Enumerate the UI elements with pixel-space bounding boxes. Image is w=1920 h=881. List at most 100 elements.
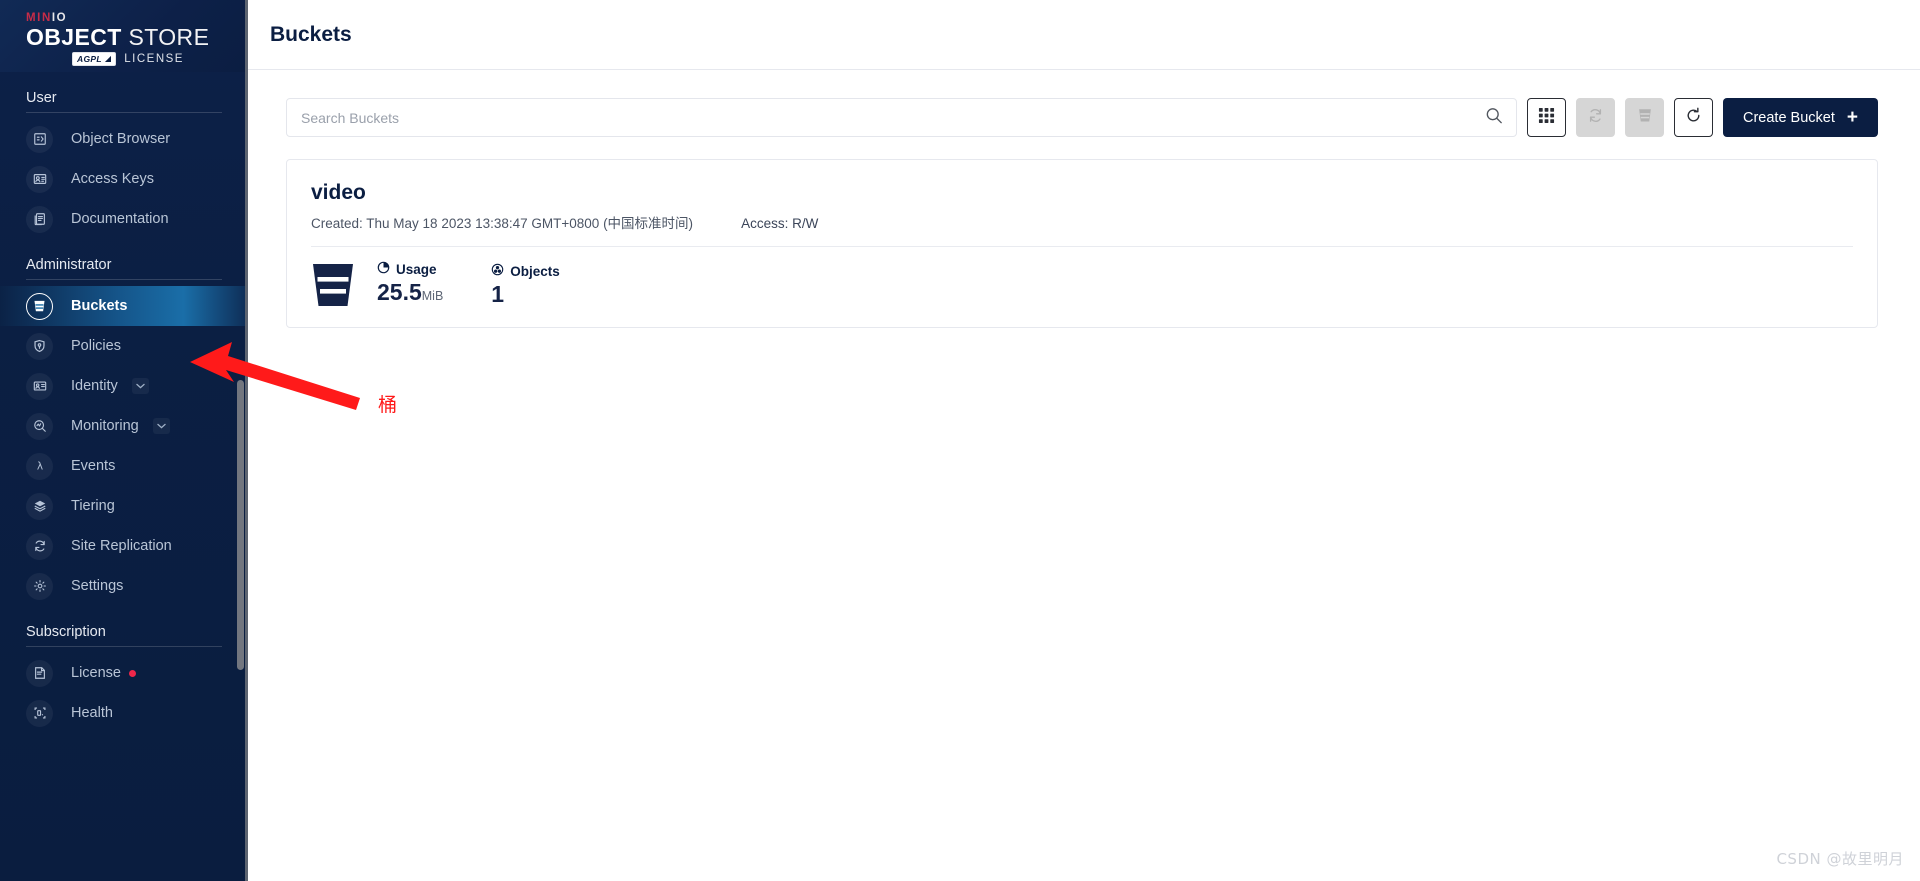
bucket-icon [26,292,53,320]
sidebar-item-label: Object Browser [71,131,171,147]
sidebar-item-label: Site Replication [71,538,172,554]
site-replication-icon [26,532,53,560]
objects-value: 1 [491,281,505,307]
watermark: CSDN @故里明月 [1776,850,1904,868]
agpl-badge: AGPL ◢ [72,52,117,66]
plus-icon: + [1846,107,1858,128]
sidebar-item-documentation[interactable]: Documentation [0,199,248,239]
sidebar-item-events[interactable]: λ Events [0,446,248,486]
sidebar-scrollbar[interactable] [237,380,244,670]
minio-io-text: IO [51,12,68,24]
trash-bucket-icon [1637,107,1653,129]
policies-icon [26,332,53,360]
object-browser-icon [26,125,53,153]
bucket-access: Access: R/W [741,216,819,231]
usage-value: 25.5 [377,279,422,305]
license-text: LICENSE [124,53,184,65]
sidebar-item-label: Buckets [71,298,128,314]
delete-buckets-button[interactable] [1625,98,1664,137]
sidebar-item-object-browser[interactable]: Object Browser [0,119,248,159]
license-alert-dot [128,669,136,677]
settings-gear-icon [26,572,53,600]
bucket-card[interactable]: video Created: Thu May 18 2023 13:38:47 … [286,159,1878,328]
bucket-name: video [311,181,366,204]
sidebar-item-label: Settings [71,578,124,594]
events-lambda-icon: λ [26,452,53,480]
grid-icon [1538,107,1555,129]
brand-logo[interactable]: MINIO OBJECT STORE AGPL ◢ LICENSE [0,0,248,72]
sidebar-item-monitoring[interactable]: Monitoring [0,406,248,446]
minio-wordmark: MINIO [26,12,248,24]
refresh-button[interactable] [1674,98,1713,137]
sidebar-item-access-keys[interactable]: Access Keys [0,159,248,199]
license-badge-row: AGPL ◢ LICENSE [26,52,248,66]
chevron-down-icon[interactable] [131,378,149,394]
sidebar-item-label: Tiering [71,498,115,514]
sidebar-item-label: Events [71,458,116,474]
bucket-created-date: Created: Thu May 18 2023 13:38:47 GMT+08… [311,216,694,231]
sidebar-item-policies[interactable]: Policies [0,326,248,366]
bucket-card-header: video Created: Thu May 18 2023 13:38:47 … [311,180,1853,232]
sidebar-item-label: License [71,665,121,681]
health-icon [26,699,53,727]
svg-text:λ: λ [36,461,42,473]
sidebar-item-tiering[interactable]: Tiering [0,486,248,526]
bucket-stats: Usage 25.5MiB Objects 1 [311,247,1853,309]
minio-console-app: MINIO OBJECT STORE AGPL ◢ LICENSE User Ob… [0,0,1920,881]
replication-button[interactable] [1576,98,1615,137]
sidebar-item-site-replication[interactable]: Site Replication [0,526,248,566]
sidebar-item-health[interactable]: Health [0,693,248,733]
main-body: Create Bucket + video Created: Thu May 1… [248,70,1920,881]
sidebar-item-label: Identity [71,378,118,394]
sidebar-item-identity[interactable]: Identity [0,366,248,406]
create-bucket-label: Create Bucket [1743,109,1835,126]
create-bucket-button[interactable]: Create Bucket + [1723,98,1878,137]
usage-stat-header: Usage [377,261,443,277]
sidebar-item-buckets[interactable]: Buckets [0,286,248,326]
main-content: Buckets Search Buckets Create Bucket + v… [248,0,1920,881]
search-buckets-container[interactable] [286,98,1517,137]
sidebar-item-settings[interactable]: Settings [0,566,248,606]
documentation-icon [26,205,53,233]
usage-pie-icon [377,261,390,277]
minio-text: MIN [26,12,52,24]
objects-stat-header: Objects [491,263,560,279]
sidebar-divider [26,279,222,280]
agpl-mark-icon: ◢ [104,54,112,63]
usage-stat: Usage 25.5MiB [377,261,443,309]
buckets-toolbar: Create Bucket + [286,98,1878,137]
sidebar: MINIO OBJECT STORE AGPL ◢ LICENSE User Ob… [0,0,248,881]
store-text: STORE [121,24,210,50]
page-header: Buckets [248,0,1920,70]
chevron-down-icon[interactable] [152,418,170,434]
usage-unit: MiB [421,289,444,303]
access-keys-icon [26,165,53,193]
refresh-icon [1685,107,1702,129]
objects-label: Objects [510,263,560,279]
usage-label: Usage [396,261,437,277]
sidebar-divider [26,646,222,647]
sidebar-item-label: Policies [71,338,121,354]
sidebar-item-label: Access Keys [71,171,154,187]
annotation-text: 桶 [378,394,398,416]
sidebar-section-user: User [26,90,57,106]
sidebar-divider [26,112,222,113]
object-text: OBJECT [26,24,122,50]
usage-value-wrap: 25.5MiB [377,279,443,309]
license-icon [26,659,53,687]
tiering-layers-icon [26,492,53,520]
sidebar-item-label: Documentation [71,211,169,227]
search-input[interactable] [287,99,1516,136]
monitoring-icon [26,412,53,440]
object-store-wordmark: OBJECT STORE [26,25,248,50]
sidebar-item-label: Monitoring [71,418,139,434]
sidebar-item-license[interactable]: License [0,653,248,693]
objects-stat: Objects 1 [491,263,560,308]
objects-icon [491,263,504,279]
replication-icon [1587,107,1604,129]
grid-view-button[interactable] [1527,98,1566,137]
search-icon [1485,106,1503,129]
sidebar-item-label: Health [71,705,113,721]
sidebar-section-administrator: Administrator [26,257,112,273]
bucket-identity: video Created: Thu May 18 2023 13:38:47 … [311,180,693,232]
